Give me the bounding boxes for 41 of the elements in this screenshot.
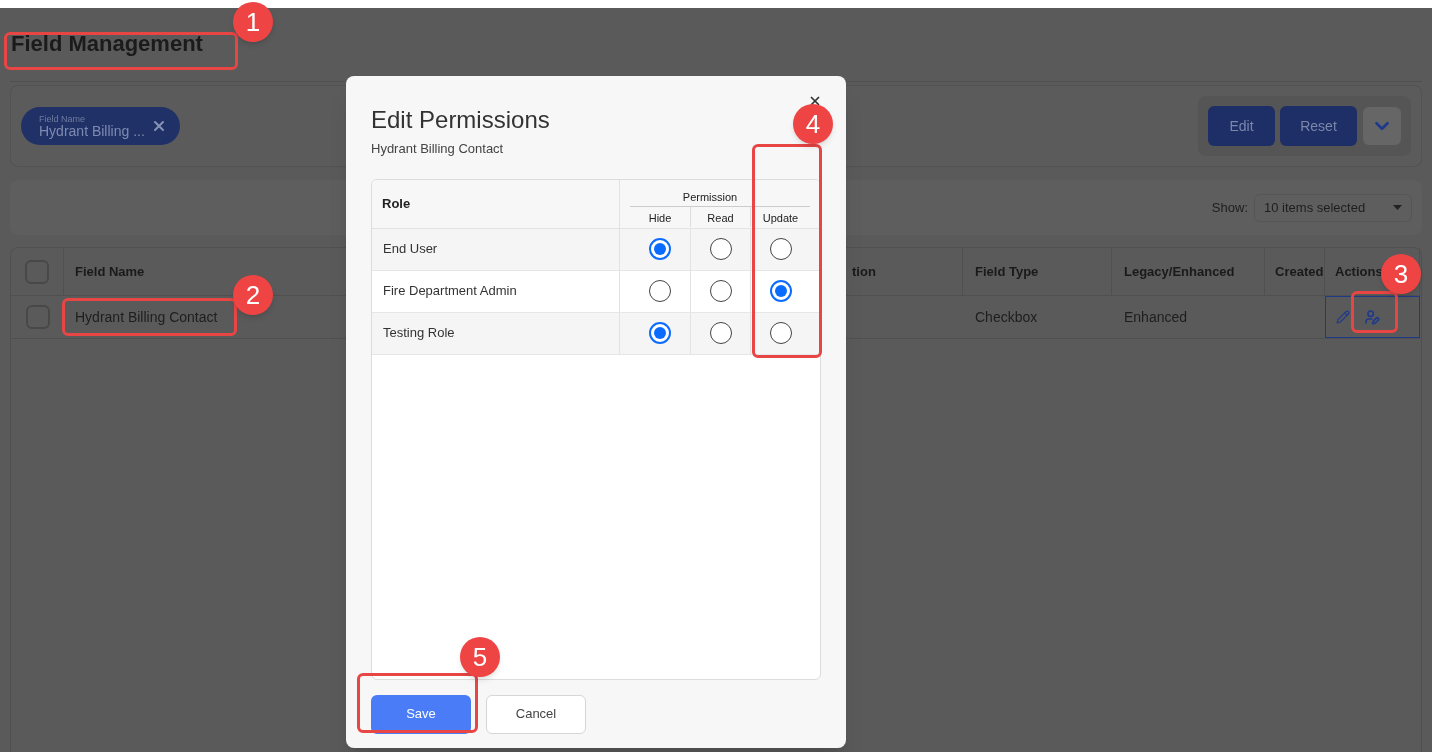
radio-button[interactable] [649,280,671,302]
role-name: End User [383,240,438,259]
radio-button[interactable] [769,238,792,260]
column-header: Actions [1335,262,1383,281]
highlight-frame [1351,291,1398,333]
dialog-title: Edit Permissions [371,105,550,135]
permission-column-header: Read [707,211,734,226]
column-header: Field Name [75,262,145,281]
table-cell-text: Enhanced [1124,307,1188,327]
column-header: Field Type [975,262,1039,281]
filter-chip[interactable]: Field Name Hydrant Billing ... [21,107,180,145]
filter-button[interactable]: Edit [1208,106,1275,146]
chip-value: Hydrant Billing ... [39,123,145,138]
permission-header: Permission [630,188,810,207]
filter-button[interactable]: Reset [1280,106,1357,146]
dialog-subtitle: Hydrant Billing Contact [371,140,505,158]
role-name: Testing Role [383,324,455,343]
permission-column-header: Update [762,211,799,226]
cancel-button[interactable]: Cancel [486,694,586,734]
table-cell-text: Checkbox [975,307,1038,327]
caret-icon [1393,205,1402,210]
radio-button[interactable] [709,280,732,302]
column-header: Legacy/Enhanced [1124,262,1235,281]
page-title: Field Management [10,32,203,55]
radio-button[interactable] [769,280,792,302]
step-badge: 1 [233,2,273,42]
radio-button[interactable] [649,322,671,344]
role-name: Fire Department Admin [383,282,517,301]
table-cell-text: Hydrant Billing Contact [75,307,218,327]
column-header: tion [852,262,876,281]
role-header: Role [382,194,411,213]
column-header: Created [1275,262,1324,281]
radio-button[interactable] [769,322,792,344]
show-select[interactable]: 10 items selected [1254,193,1412,222]
show-label: Show: [1211,198,1248,217]
permission-column-header: Hide [648,211,672,226]
radio-button[interactable] [649,238,671,260]
save-button[interactable]: Save [371,694,471,734]
chip-label: Field Name [39,114,86,124]
radio-button[interactable] [709,238,732,260]
radio-button[interactable] [709,322,732,344]
